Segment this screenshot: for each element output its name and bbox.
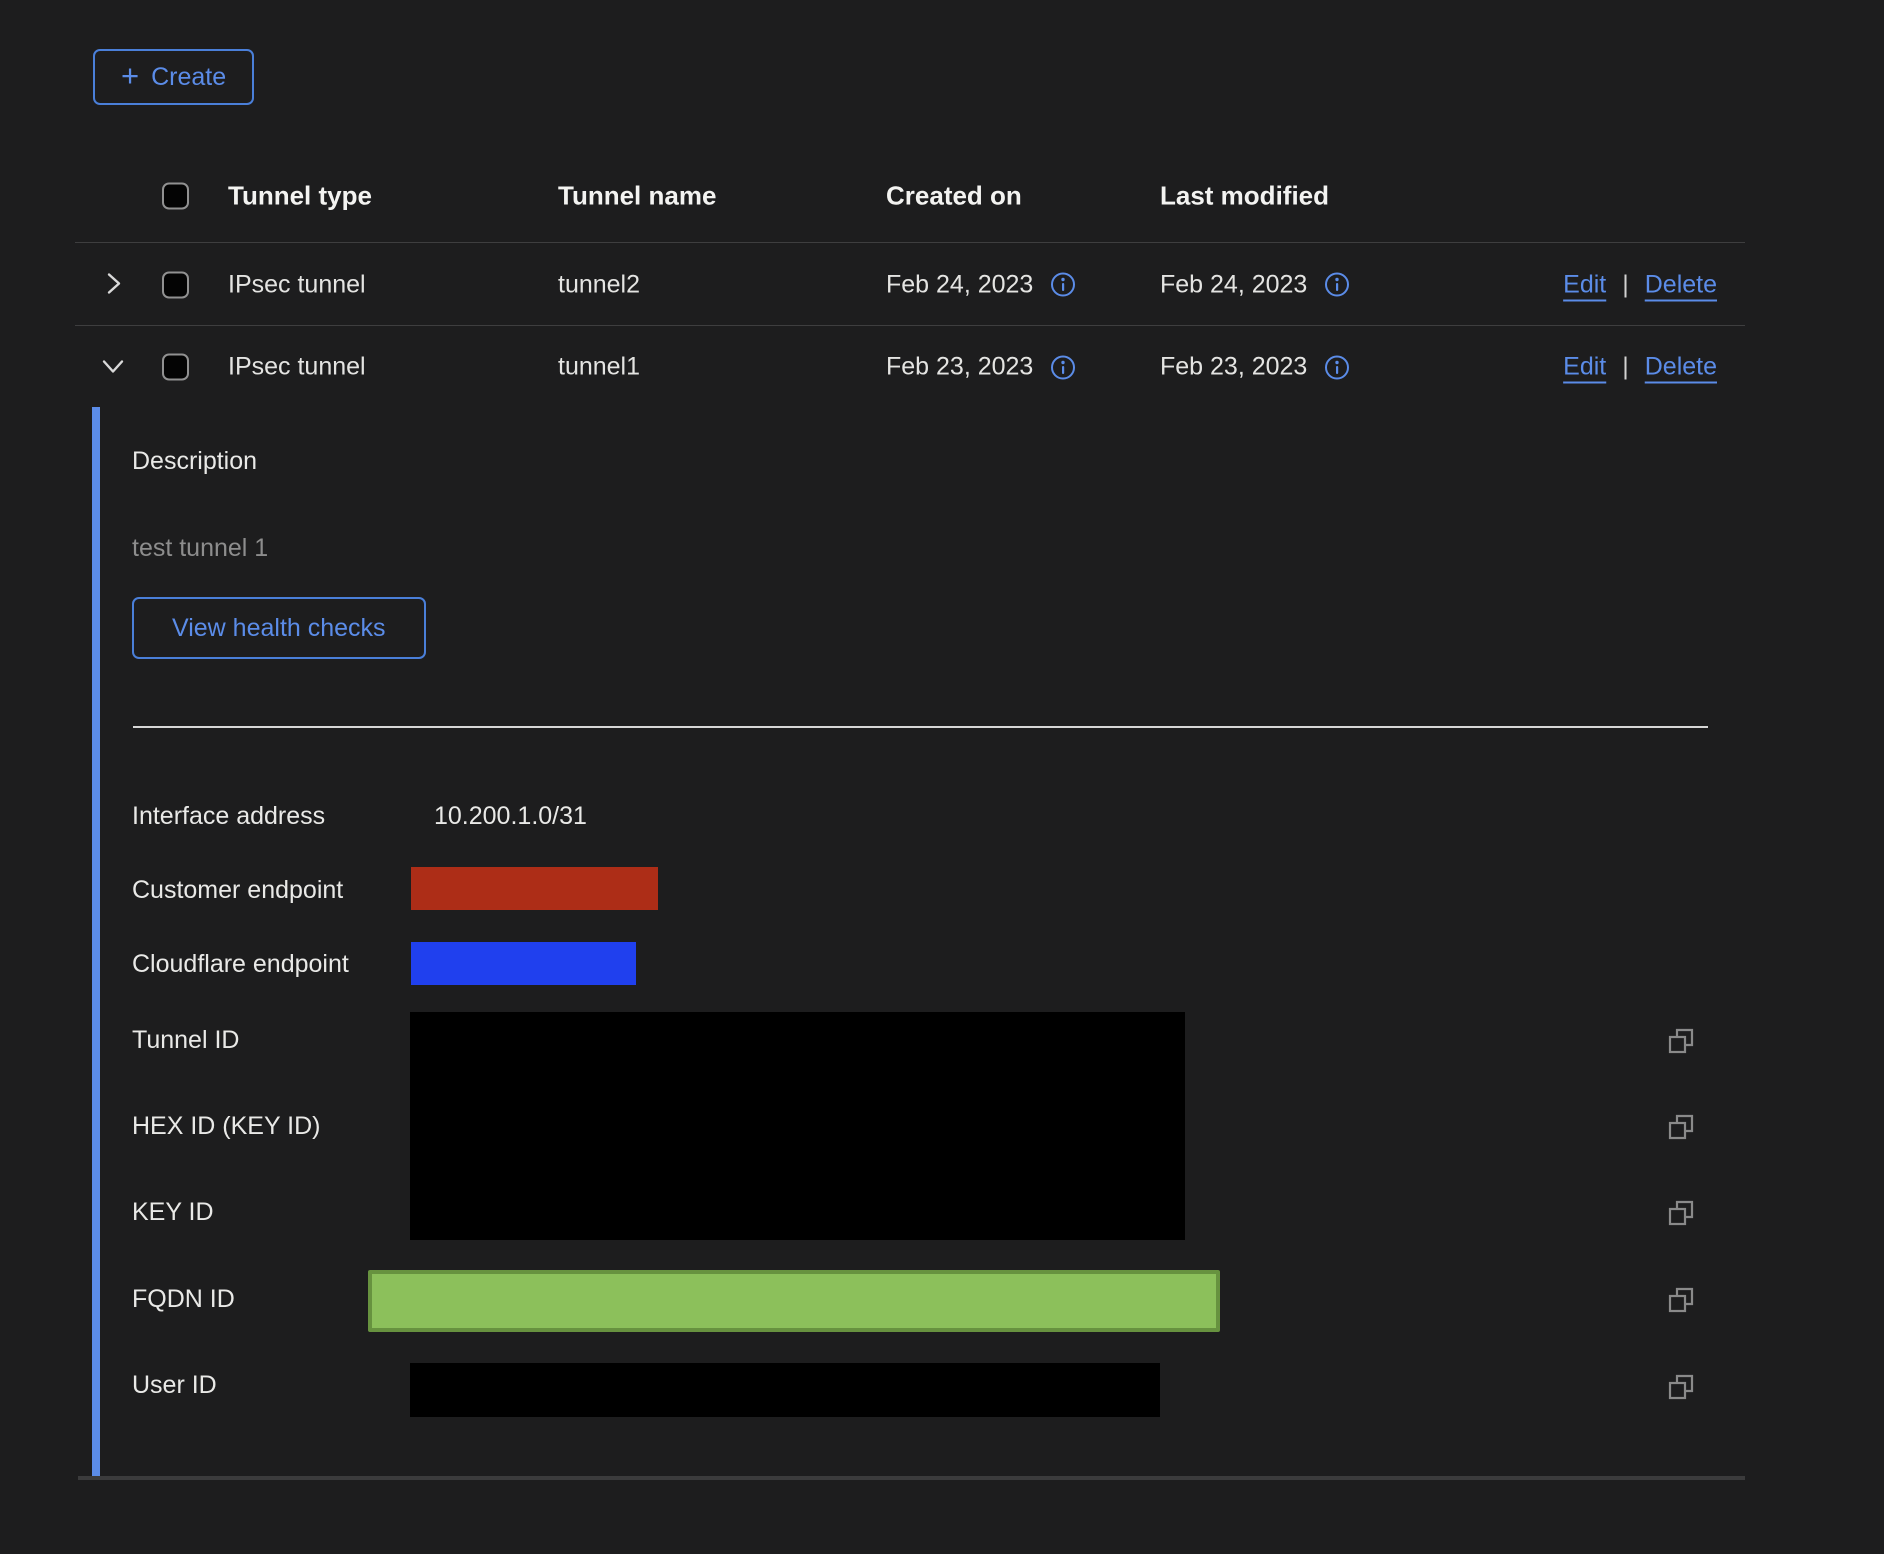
plus-icon: + xyxy=(121,60,139,91)
view-health-checks-label: View health checks xyxy=(172,614,386,643)
panel-bottom-border xyxy=(78,1476,1745,1480)
create-button[interactable]: + Create xyxy=(93,49,254,105)
tunnel-name-cell: tunnel1 xyxy=(558,353,640,382)
description-label: Description xyxy=(132,447,257,476)
delete-link[interactable]: Delete xyxy=(1645,353,1717,382)
customer-endpoint-label: Customer endpoint xyxy=(132,876,343,905)
view-health-checks-button[interactable]: View health checks xyxy=(132,597,426,659)
tunnels-page: + Create Tunnel type Tunnel name Created… xyxy=(0,0,1884,1554)
customer-endpoint-redaction xyxy=(411,867,658,910)
table-row: IPsec tunnel tunnel1 Feb 23, 2023 Feb 23… xyxy=(75,327,1745,407)
tunnel-ids-redaction xyxy=(410,1012,1185,1240)
fqdn-id-label: FQDN ID xyxy=(132,1285,235,1314)
row-checkbox[interactable] xyxy=(162,354,189,381)
chevron-right-icon[interactable] xyxy=(96,266,130,300)
interface-address-value: 10.200.1.0/31 xyxy=(434,802,587,831)
copy-icon[interactable] xyxy=(1666,1198,1696,1228)
copy-icon[interactable] xyxy=(1666,1372,1696,1402)
edit-link[interactable]: Edit xyxy=(1563,353,1606,382)
info-icon[interactable] xyxy=(1050,272,1076,298)
last-modified-cell: Feb 24, 2023 xyxy=(1160,270,1307,299)
user-id-redaction xyxy=(410,1363,1160,1417)
tunnel-name-cell: tunnel2 xyxy=(558,270,640,299)
column-header-tunnel-type: Tunnel type xyxy=(228,181,372,212)
info-icon[interactable] xyxy=(1324,272,1350,298)
action-separator: | xyxy=(1622,353,1629,382)
copy-icon[interactable] xyxy=(1666,1285,1696,1315)
expanded-row-indicator xyxy=(92,407,100,1477)
copy-icon[interactable] xyxy=(1666,1112,1696,1142)
info-icon[interactable] xyxy=(1324,354,1350,380)
key-id-label: KEY ID xyxy=(132,1198,214,1227)
info-icon[interactable] xyxy=(1050,354,1076,380)
table-row: IPsec tunnel tunnel2 Feb 24, 2023 Feb 24… xyxy=(75,244,1745,326)
row-checkbox[interactable] xyxy=(162,271,189,298)
section-divider xyxy=(133,726,1708,728)
table-header-row: Tunnel type Tunnel name Created on Last … xyxy=(75,150,1745,243)
tunnel-type-cell: IPsec tunnel xyxy=(228,353,366,382)
fqdn-id-redaction xyxy=(368,1270,1220,1332)
column-header-tunnel-name: Tunnel name xyxy=(558,181,716,212)
select-all-checkbox[interactable] xyxy=(162,183,189,210)
interface-address-label: Interface address xyxy=(132,802,325,831)
last-modified-cell: Feb 23, 2023 xyxy=(1160,353,1307,382)
user-id-label: User ID xyxy=(132,1371,217,1400)
tunnel-id-label: Tunnel ID xyxy=(132,1026,239,1055)
hex-id-label: HEX ID (KEY ID) xyxy=(132,1112,320,1141)
column-header-created-on: Created on xyxy=(886,181,1022,212)
created-on-cell: Feb 24, 2023 xyxy=(886,270,1033,299)
edit-link[interactable]: Edit xyxy=(1563,270,1606,299)
tunnel-type-cell: IPsec tunnel xyxy=(228,270,366,299)
chevron-down-icon[interactable] xyxy=(96,349,130,383)
cloudflare-endpoint-redaction xyxy=(411,942,636,985)
column-header-last-modified: Last modified xyxy=(1160,181,1329,212)
copy-icon[interactable] xyxy=(1666,1026,1696,1056)
create-button-label: Create xyxy=(151,63,226,92)
delete-link[interactable]: Delete xyxy=(1645,270,1717,299)
action-separator: | xyxy=(1622,270,1629,299)
created-on-cell: Feb 23, 2023 xyxy=(886,353,1033,382)
description-value: test tunnel 1 xyxy=(132,534,268,563)
cloudflare-endpoint-label: Cloudflare endpoint xyxy=(132,950,349,979)
